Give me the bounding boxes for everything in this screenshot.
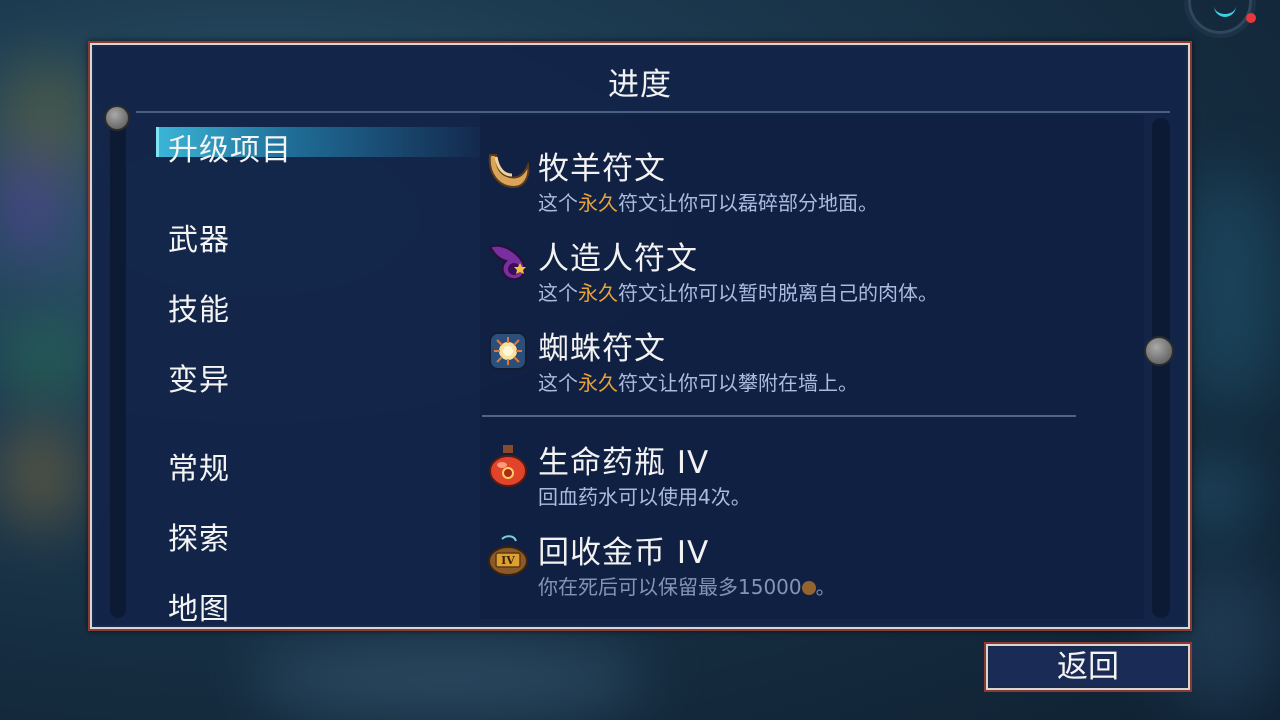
item-description: 这个永久符文让你可以磊碎部分地面。 [538, 191, 878, 215]
category-mutations[interactable]: 变异 [168, 355, 230, 399]
homunculus-rune-icon [488, 244, 526, 281]
list-divider [482, 415, 1076, 417]
category-scroll-track[interactable] [110, 118, 126, 618]
background-blur [10, 330, 80, 390]
svg-text:IV: IV [501, 554, 515, 567]
background-blur [250, 640, 650, 720]
item-description: 你在死后可以保留最多15000。 [538, 575, 836, 599]
item-name: 牧羊符文 [538, 151, 666, 187]
notification-dot-icon [1246, 13, 1256, 23]
background-blur [0, 420, 80, 530]
background-blur [1180, 170, 1280, 410]
progress-panel: 进度 升级项目 武器 技能 变异 常规 探索 地图 牧羊符文 这个永久符文让你可… [88, 41, 1192, 631]
category-upgrades[interactable]: 升级项目 [168, 125, 292, 169]
content-scroll-handle[interactable] [1144, 336, 1174, 366]
item-description: 这个永久符文让你可以暂时脱离自己的肉体。 [538, 281, 938, 305]
category-map[interactable]: 地图 [168, 584, 230, 628]
category-general[interactable]: 常规 [168, 444, 230, 488]
gold-coin-icon [801, 581, 816, 595]
back-button[interactable]: 返回 [984, 642, 1192, 692]
item-name: 人造人符文 [538, 241, 698, 277]
health-flask-icon [489, 445, 527, 487]
category-exploration[interactable]: 探索 [168, 514, 230, 558]
panel-title: 进度 [608, 67, 672, 103]
gold-recovery-icon: IV [488, 535, 528, 576]
background-blur [0, 150, 60, 260]
item-name: 生命药瓶 IV [538, 445, 710, 481]
category-skills[interactable]: 技能 [168, 285, 230, 329]
ram-horn-rune-icon [488, 154, 530, 189]
item-name: 回收金币 IV [538, 535, 710, 571]
category-weapons[interactable]: 武器 [168, 215, 230, 259]
content-scroll-track[interactable] [1152, 118, 1170, 618]
category-scroll-handle[interactable] [104, 105, 130, 131]
item-description: 这个永久符文让你可以攀附在墙上。 [538, 371, 858, 395]
spider-rune-icon [489, 332, 527, 370]
item-description: 回血药水可以使用4次。 [538, 485, 751, 509]
title-divider [136, 111, 1170, 113]
item-name: 蜘蛛符文 [538, 331, 666, 367]
